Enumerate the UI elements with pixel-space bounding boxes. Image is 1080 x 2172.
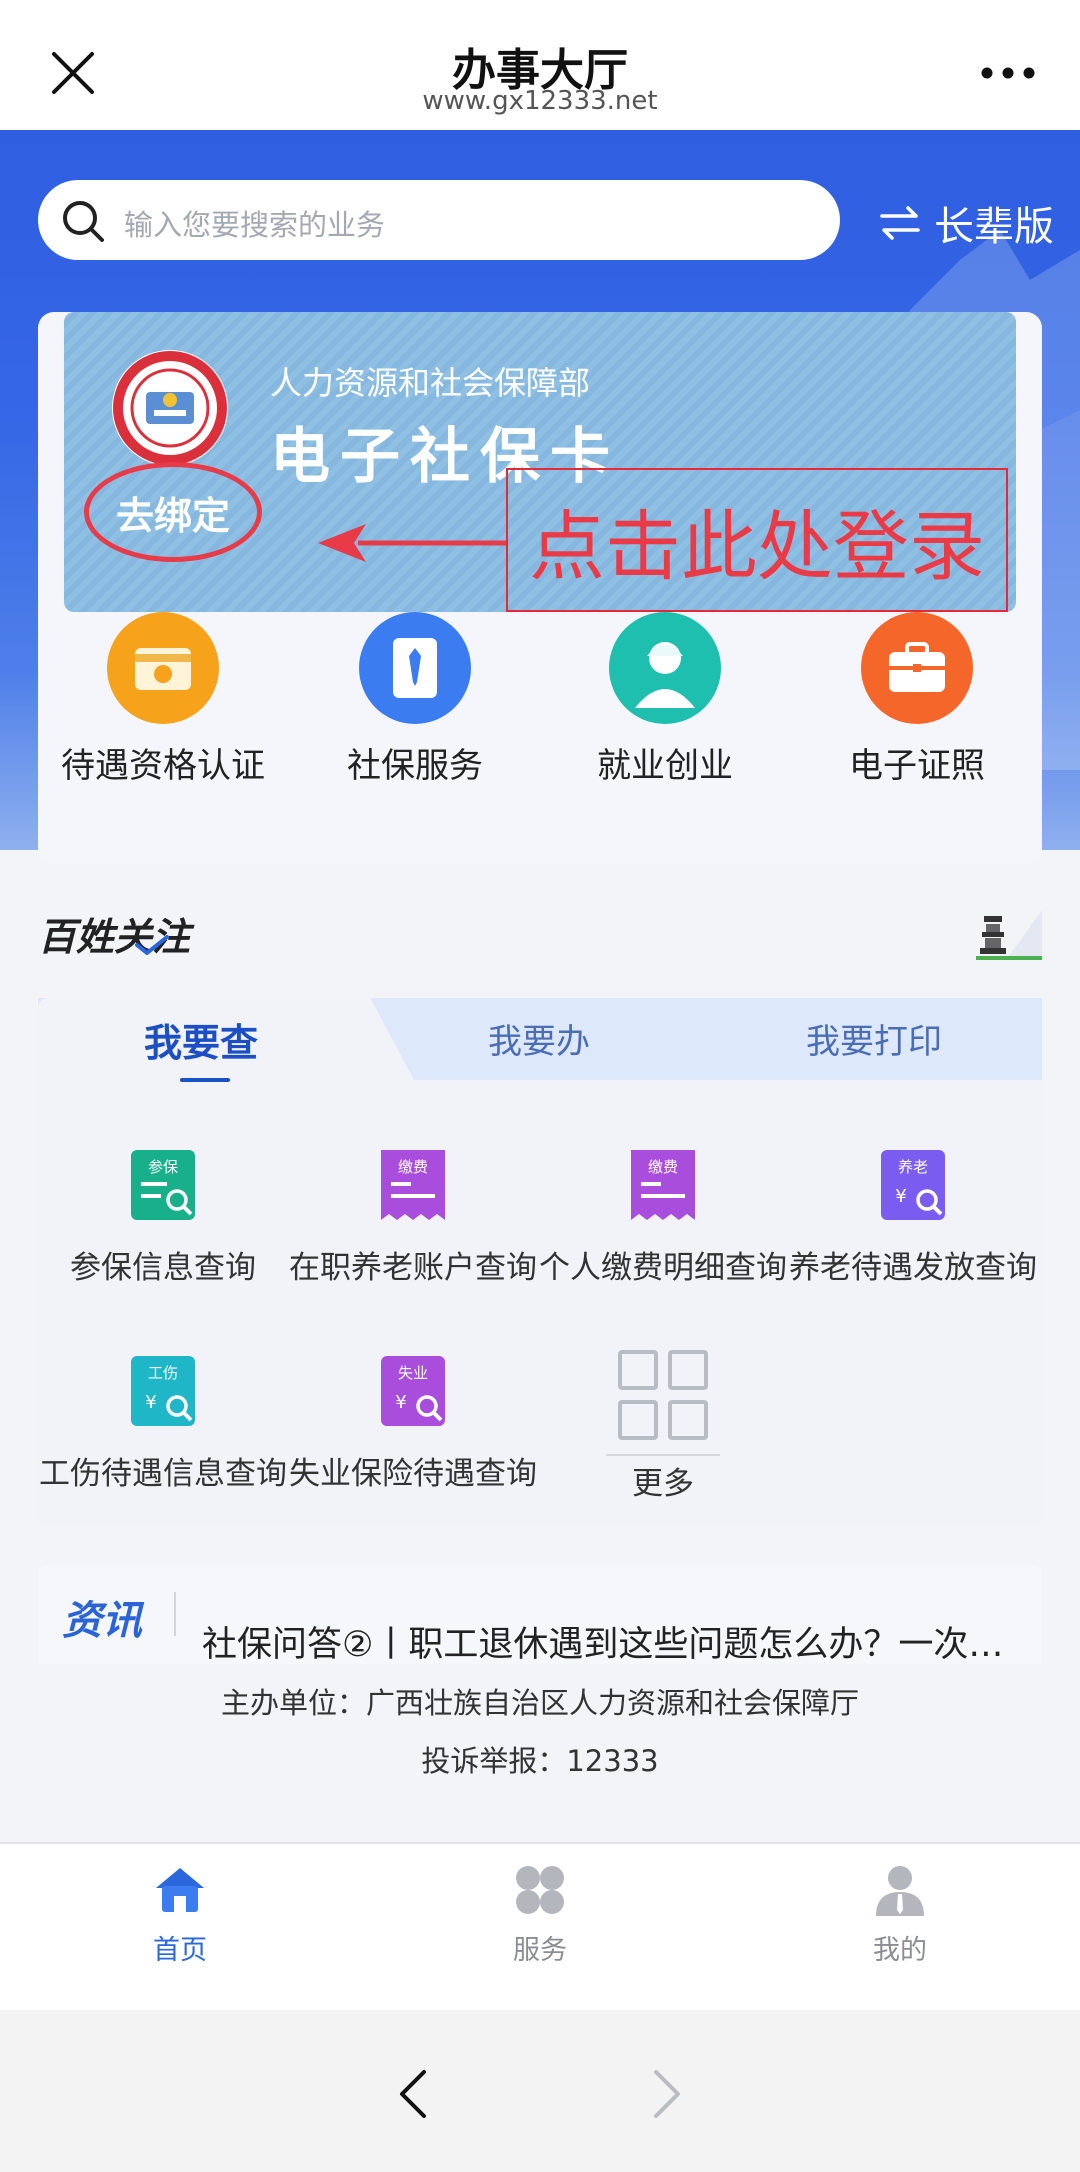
more-services-button[interactable]: 更多	[538, 1350, 788, 1508]
quick-service-social-insurance[interactable]: 社保服务	[290, 612, 540, 792]
quick-service-label: 电子证照	[849, 746, 985, 786]
home-icon	[156, 1868, 204, 1912]
svg-text:参保: 参保	[148, 1158, 178, 1176]
news-divider	[174, 1592, 176, 1636]
quick-service-label: 社保服务	[347, 746, 483, 786]
chevron-right-icon[interactable]	[650, 2068, 684, 2120]
svg-text:养老: 养老	[898, 1158, 928, 1176]
svg-text:缴费: 缴费	[648, 1158, 678, 1176]
svg-text:缴费: 缴费	[398, 1158, 428, 1176]
chevron-left-icon[interactable]	[396, 2068, 430, 2120]
quick-service-employment[interactable]: 就业创业	[540, 612, 790, 792]
worker-person-icon	[609, 612, 721, 724]
quick-service-qualification[interactable]: 待遇资格认证	[38, 612, 288, 792]
services-grid-icon	[516, 1866, 564, 1914]
qualification-card-icon	[107, 612, 219, 724]
quick-service-e-license[interactable]: 电子证照	[792, 612, 1042, 792]
service-label: 更多	[632, 1466, 694, 1502]
unemployment-benefit-icon: 失业 ¥	[381, 1356, 445, 1426]
user-profile-icon	[876, 1866, 924, 1916]
swap-arrows-icon	[880, 206, 920, 240]
elder-mode-label: 长辈版	[934, 204, 1054, 250]
svg-text:工伤: 工伤	[148, 1364, 178, 1382]
tab-print[interactable]: 我要打印	[806, 1014, 942, 1063]
bottom-tab-bar: 首页 服务 我的	[0, 1842, 1080, 2010]
service-label: 参保信息查询	[70, 1250, 256, 1286]
insured-info-icon: 参保	[131, 1150, 195, 1220]
social-security-emblem-icon	[112, 350, 228, 466]
service-label: 工伤待遇信息查询	[39, 1456, 287, 1492]
annotation-arrow	[318, 524, 506, 562]
more-divider	[606, 1454, 720, 1456]
social-insurance-tie-icon	[359, 612, 471, 724]
login-annotation: 点击此处登录	[506, 468, 1008, 612]
section-title: 百姓关注	[38, 915, 191, 959]
service-label: 个人缴费明细查询	[539, 1250, 787, 1286]
search-bar[interactable]: 输入您要搜索的业务	[38, 180, 840, 260]
tab-label: 首页	[153, 1935, 207, 1966]
news-logo: 资讯	[62, 1598, 142, 1644]
grid-more-icon	[618, 1350, 708, 1440]
tab-label: 我的	[873, 1935, 927, 1966]
card-ministry: 人力资源和社会保障部	[270, 364, 591, 402]
tab-services[interactable]: 服务	[440, 1862, 640, 1967]
payment-detail-icon: 缴费	[631, 1150, 695, 1220]
query-panel: 我要查 我要办 我要打印 参保 参保信息查询 缴费 在职养老账户查询 缴费 个人…	[38, 998, 1042, 1526]
more-dots-icon[interactable]	[980, 60, 1036, 86]
pagoda-icon	[976, 910, 1042, 960]
service-insured-info[interactable]: 参保 参保信息查询	[38, 1150, 288, 1292]
tab-mine[interactable]: 我的	[800, 1862, 1000, 1967]
check-accent-icon	[135, 935, 169, 955]
bind-card-button[interactable]: 去绑定	[84, 462, 262, 562]
svg-text:¥: ¥	[895, 1186, 906, 1207]
service-label: 失业保险待遇查询	[289, 1456, 537, 1492]
service-label: 养老待遇发放查询	[789, 1250, 1037, 1286]
service-label: 在职养老账户查询	[289, 1250, 537, 1286]
svg-text:失业: 失业	[398, 1364, 428, 1382]
annotation-text: 点击此处登录	[529, 502, 985, 591]
briefcase-icon	[861, 612, 973, 724]
news-ticker[interactable]: 资讯 社保问答②丨职工退休遇到这些问题怎么办？一次讲清楚	[38, 1564, 1042, 1664]
browser-navigation-bar	[0, 2010, 1080, 2172]
active-tab-indicator	[180, 1078, 230, 1082]
service-injury-benefit[interactable]: 工伤 ¥ 工伤待遇信息查询	[38, 1356, 288, 1498]
pension-account-icon: 缴费	[381, 1150, 445, 1220]
bind-card-label: 去绑定	[115, 493, 230, 538]
search-placeholder: 输入您要搜索的业务	[124, 208, 386, 242]
pension-benefit-icon: 养老 ¥	[881, 1150, 945, 1220]
quick-service-label: 就业创业	[597, 746, 733, 786]
sponsor-text: 主办单位：广西壮族自治区人力资源和社会保障厅	[220, 1686, 859, 1720]
svg-text:¥: ¥	[145, 1392, 156, 1413]
quick-service-label: 待遇资格认证	[61, 746, 265, 786]
tab-handle[interactable]: 我要办	[488, 1014, 590, 1063]
elder-mode-button[interactable]: 长辈版	[878, 198, 1054, 250]
injury-benefit-icon: 工伤 ¥	[131, 1356, 195, 1426]
tab-query[interactable]: 我要查	[144, 1012, 258, 1067]
tab-label: 服务	[513, 1935, 567, 1966]
news-headline[interactable]: 社保问答②丨职工退休遇到这些问题怎么办？一次讲清楚	[202, 1616, 1032, 1664]
page-url: www.gx12333.net	[422, 86, 658, 116]
svg-text:¥: ¥	[395, 1392, 406, 1413]
service-pension-account[interactable]: 缴费 在职养老账户查询	[288, 1150, 538, 1292]
tab-home[interactable]: 首页	[80, 1862, 280, 1967]
complaint-hotline: 投诉举报：12333	[421, 1744, 659, 1778]
search-icon	[63, 201, 104, 242]
title-bar: 办事大厅 www.gx12333.net	[0, 0, 1080, 130]
service-unemployment-benefit[interactable]: 失业 ¥ 失业保险待遇查询	[288, 1356, 538, 1498]
service-pension-benefit[interactable]: 养老 ¥ 养老待遇发放查询	[788, 1150, 1038, 1292]
service-payment-detail[interactable]: 缴费 个人缴费明细查询	[538, 1150, 788, 1292]
